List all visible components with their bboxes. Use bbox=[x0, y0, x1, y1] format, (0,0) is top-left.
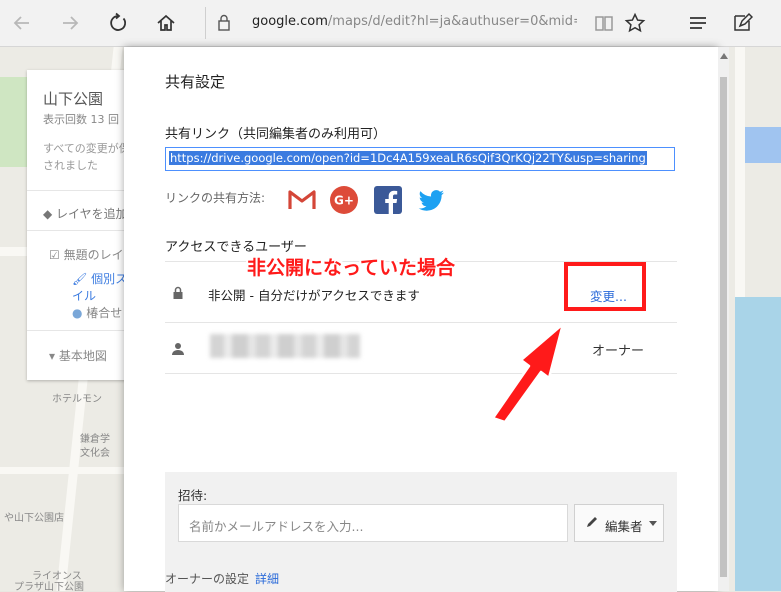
layers-icon: ◆ bbox=[43, 207, 57, 221]
twitter-icon[interactable] bbox=[416, 185, 446, 215]
share-link-input[interactable]: https://drive.google.com/open?id=1Dc4A15… bbox=[165, 147, 675, 171]
svg-text:G+: G+ bbox=[334, 194, 354, 208]
view-count: 表示回数 13 回 bbox=[43, 113, 119, 126]
private-access-text: 非公開 - 自分だけがアクセスできます bbox=[208, 288, 420, 303]
permission-label: 編集者 bbox=[605, 519, 643, 534]
checkbox-icon[interactable]: ☑ bbox=[49, 248, 64, 262]
reading-view-icon[interactable] bbox=[588, 7, 620, 39]
lock-icon bbox=[168, 283, 188, 303]
forward-icon[interactable] bbox=[54, 7, 86, 39]
dialog-title: 共有設定 bbox=[165, 73, 226, 91]
invite-input[interactable]: 名前かメールアドレスを入力... bbox=[178, 504, 568, 542]
gmail-icon[interactable] bbox=[287, 185, 317, 215]
map-title[interactable]: 山下公園 bbox=[43, 88, 103, 109]
annotation-arrow-icon bbox=[491, 322, 565, 424]
annotation-text: 非公開になっていた場合 bbox=[247, 257, 456, 279]
share-link-label: 共有リンク（共同編集者のみ利用可） bbox=[165, 127, 387, 142]
google-plus-icon[interactable]: G+ bbox=[329, 185, 359, 215]
refresh-icon[interactable] bbox=[102, 7, 134, 39]
share-link-url: https://drive.google.com/open?id=1Dc4A15… bbox=[169, 151, 647, 165]
invite-label: 招待: bbox=[178, 488, 208, 503]
home-icon[interactable] bbox=[150, 7, 182, 39]
hub-menu-icon[interactable] bbox=[682, 7, 714, 39]
pencil-icon bbox=[587, 517, 597, 527]
back-icon[interactable] bbox=[6, 7, 38, 39]
map-pin-icon: ● bbox=[72, 306, 87, 320]
base-map-toggle[interactable]: ▾ 基本地図 bbox=[49, 347, 107, 364]
owner-settings-label: オーナーの設定 bbox=[165, 572, 250, 586]
browser-toolbar: google.com/maps/d/edit?hl=ja&authuser=0&… bbox=[0, 0, 781, 47]
lock-icon bbox=[218, 14, 230, 31]
chevron-down-icon bbox=[649, 521, 657, 526]
address-bar[interactable]: google.com/maps/d/edit?hl=ja&authuser=0&… bbox=[205, 7, 577, 39]
map-label: 鎌倉学 bbox=[80, 434, 110, 445]
place-item[interactable]: ● 椿合せ bbox=[72, 304, 122, 321]
map-label: ホテルモン bbox=[52, 394, 102, 405]
owner-name-blurred bbox=[210, 334, 360, 358]
scroll-thumb[interactable] bbox=[720, 77, 727, 577]
owner-settings-detail-link[interactable]: 詳細 bbox=[255, 572, 279, 586]
invite-placeholder: 名前かメールアドレスを入力... bbox=[189, 519, 364, 534]
share-settings-dialog: 共有設定 共有リンク（共同編集者のみ利用可） https://drive.goo… bbox=[124, 47, 718, 592]
owner-settings-row: オーナーの設定 詳細 bbox=[165, 570, 279, 587]
add-layer-button[interactable]: ◆ レイヤを追加 bbox=[43, 205, 128, 222]
share-via-label: リンクの共有方法: bbox=[165, 191, 266, 205]
person-icon bbox=[168, 339, 188, 359]
page-scrollbar[interactable] bbox=[718, 47, 729, 591]
facebook-icon[interactable] bbox=[373, 185, 403, 215]
favorite-star-icon[interactable] bbox=[619, 7, 651, 39]
expand-icon: ▾ bbox=[49, 349, 59, 363]
map-label: や山下公園店 bbox=[4, 513, 64, 524]
web-note-icon[interactable] bbox=[726, 7, 758, 39]
permission-dropdown[interactable]: 編集者 bbox=[574, 504, 664, 542]
map-label: プラザ山下公園 bbox=[14, 582, 84, 591]
annotation-highlight-box bbox=[564, 262, 646, 311]
url-text: google.com/maps/d/edit?hl=ja&authuser=0&… bbox=[252, 14, 577, 29]
owner-role-label: オーナー bbox=[592, 344, 645, 359]
scroll-up-icon[interactable] bbox=[720, 53, 728, 59]
map-label: 文化会 bbox=[80, 448, 110, 459]
layer-item[interactable]: ☑ 無題のレイヤ bbox=[49, 246, 135, 263]
paint-roller-icon: 🖌 bbox=[72, 272, 92, 286]
